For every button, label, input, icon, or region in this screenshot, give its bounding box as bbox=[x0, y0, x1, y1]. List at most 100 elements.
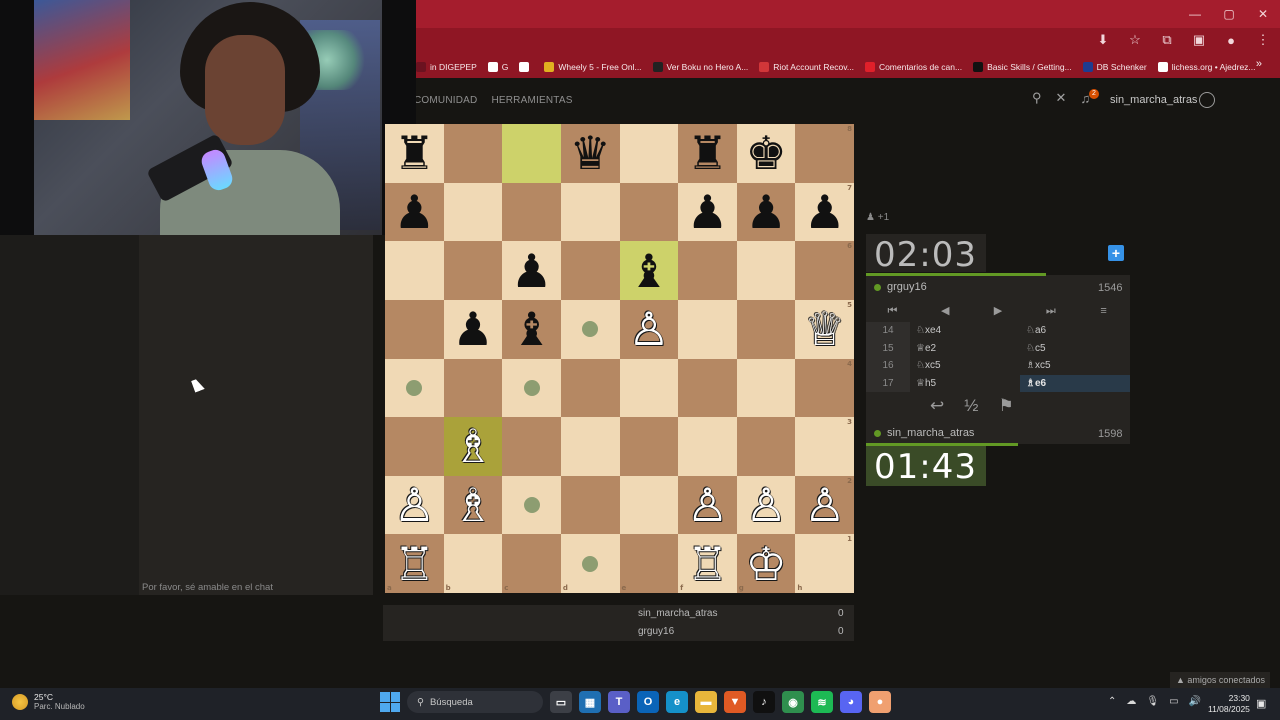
square-g8[interactable]: ♚ bbox=[736, 124, 796, 183]
square-f7[interactable]: ♟ bbox=[678, 182, 737, 242]
square-b1[interactable]: b bbox=[443, 534, 503, 593]
nav-comunidad[interactable]: COMUNIDAD bbox=[414, 95, 477, 106]
square-d1[interactable]: d bbox=[560, 534, 620, 593]
square-a7[interactable]: ♟ bbox=[385, 182, 444, 242]
square-b8[interactable] bbox=[443, 124, 503, 183]
square-b6[interactable] bbox=[443, 241, 503, 300]
piece-h2[interactable]: ♙ bbox=[804, 482, 845, 528]
top-player-name[interactable]: grguy16 bbox=[874, 281, 927, 293]
square-g6[interactable] bbox=[736, 241, 796, 300]
windows-start-icon[interactable] bbox=[380, 692, 400, 712]
bookmark-item[interactable]: DB Schenker bbox=[1082, 62, 1147, 72]
chat-input[interactable]: Por favor, sé amable en el chat bbox=[142, 582, 273, 593]
piece-f8[interactable]: ♜ bbox=[687, 130, 728, 176]
square-e6[interactable]: ♝ bbox=[619, 241, 679, 300]
square-a8[interactable]: ♜ bbox=[385, 124, 444, 183]
square-e2[interactable] bbox=[619, 475, 679, 535]
square-a6[interactable] bbox=[385, 241, 444, 300]
maximize-button[interactable]: ▢ bbox=[1212, 0, 1246, 28]
piece-g2[interactable]: ♙ bbox=[745, 482, 786, 528]
piece-a8[interactable]: ♜ bbox=[394, 130, 435, 176]
spotify-icon[interactable]: ≋ bbox=[811, 691, 833, 713]
square-c4[interactable] bbox=[502, 358, 561, 418]
square-f6[interactable] bbox=[678, 241, 737, 300]
square-d3[interactable] bbox=[560, 417, 620, 476]
search-icon[interactable]: ⚲ bbox=[1032, 90, 1042, 106]
square-c3[interactable] bbox=[502, 417, 561, 476]
bookmark-item[interactable]: in DIGEPEP bbox=[416, 62, 477, 72]
square-h7[interactable]: ♟ 7 bbox=[795, 182, 854, 242]
last-move-button[interactable]: ⏭ bbox=[1024, 301, 1077, 321]
square-g7[interactable]: ♟ bbox=[736, 182, 796, 242]
square-c7[interactable] bbox=[502, 182, 561, 242]
bookmark-item[interactable] bbox=[519, 62, 533, 72]
square-c1[interactable]: c bbox=[502, 534, 561, 593]
piece-d8[interactable]: ♛ bbox=[570, 130, 611, 176]
piece-a1[interactable]: ♖ bbox=[394, 541, 435, 587]
volume-icon[interactable]: 🔊 bbox=[1189, 696, 1201, 707]
app-icon[interactable]: ● bbox=[869, 691, 891, 713]
square-f1[interactable]: ♖ f bbox=[678, 534, 737, 593]
square-a3[interactable] bbox=[385, 417, 444, 476]
square-d4[interactable] bbox=[560, 358, 620, 418]
square-h2[interactable]: ♙ 2 bbox=[795, 475, 854, 535]
black-move[interactable]: ♘a6 bbox=[1020, 322, 1130, 340]
close-window-button[interactable]: ✕ bbox=[1246, 0, 1280, 28]
close-icon[interactable]: ✕ bbox=[1056, 90, 1067, 106]
square-a5[interactable] bbox=[385, 299, 444, 359]
teams-icon[interactable]: T bbox=[608, 691, 630, 713]
taskbar-search[interactable]: ⚲ Búsqueda bbox=[407, 691, 543, 713]
extensions-icon[interactable]: ⧉ bbox=[1158, 32, 1176, 48]
square-g5[interactable] bbox=[736, 299, 796, 359]
install-icon[interactable]: ⬇ bbox=[1094, 32, 1112, 48]
cloud-icon[interactable]: ☁ bbox=[1126, 696, 1136, 707]
black-move[interactable]: ♗e6 bbox=[1020, 374, 1130, 392]
piece-g8[interactable]: ♚ bbox=[745, 130, 786, 176]
bookmark-item[interactable]: G bbox=[487, 62, 508, 72]
draw-offer-button[interactable]: ½ bbox=[964, 396, 978, 416]
square-a2[interactable]: ♙ bbox=[385, 475, 444, 535]
square-f2[interactable]: ♙ bbox=[678, 475, 737, 535]
square-d6[interactable] bbox=[560, 241, 620, 300]
piece-g7[interactable]: ♟ bbox=[745, 189, 786, 235]
square-e8[interactable] bbox=[619, 124, 679, 183]
username-link[interactable]: sin_marcha_atras bbox=[1110, 94, 1197, 106]
resign-button[interactable]: ⚑ bbox=[998, 396, 1013, 416]
black-move[interactable]: ♘c5 bbox=[1020, 340, 1130, 358]
piece-g1[interactable]: ♔ bbox=[745, 541, 786, 587]
piece-h7[interactable]: ♟ bbox=[804, 189, 845, 235]
piece-c5[interactable]: ♝ bbox=[511, 306, 552, 352]
files-icon[interactable]: ▭ bbox=[550, 691, 572, 713]
square-b7[interactable] bbox=[443, 182, 503, 242]
piece-b5[interactable]: ♟ bbox=[452, 306, 493, 352]
square-e4[interactable] bbox=[619, 358, 679, 418]
white-move[interactable]: ♘xc5 bbox=[910, 357, 1020, 375]
piece-h5[interactable]: ♕ bbox=[804, 306, 845, 352]
square-e7[interactable] bbox=[619, 182, 679, 242]
bookmark-item[interactable]: Riot Account Recov... bbox=[759, 62, 854, 72]
bookmarks-overflow-button[interactable]: » bbox=[1256, 58, 1262, 70]
edge-icon[interactable]: e bbox=[666, 691, 688, 713]
square-g3[interactable] bbox=[736, 417, 796, 476]
square-d7[interactable] bbox=[560, 182, 620, 242]
minimize-button[interactable]: — bbox=[1178, 0, 1212, 28]
square-d2[interactable] bbox=[560, 475, 620, 535]
piece-f1[interactable]: ♖ bbox=[687, 541, 728, 587]
bookmark-item[interactable]: Ver Boku no Hero A... bbox=[652, 62, 748, 72]
profile-icon[interactable]: ● bbox=[1222, 33, 1240, 48]
store-icon[interactable]: ▦ bbox=[579, 691, 601, 713]
bookmark-item[interactable]: Comentarios de can... bbox=[864, 62, 962, 72]
bookmark-item[interactable]: lichess.org • Ajedrez... bbox=[1157, 62, 1256, 72]
menu-button[interactable]: ≡ bbox=[1077, 301, 1130, 321]
piece-a2[interactable]: ♙ bbox=[394, 482, 435, 528]
square-e5[interactable]: ♙ bbox=[619, 299, 679, 359]
square-d8[interactable]: ♛ bbox=[560, 124, 620, 183]
crosstable-player[interactable]: sin_marcha_atras bbox=[638, 608, 717, 619]
square-h1[interactable]: 1h bbox=[795, 534, 854, 593]
user-icon[interactable] bbox=[1199, 92, 1215, 108]
weather-widget[interactable]: 25°C Parc. Nublado bbox=[12, 692, 85, 711]
crosstable-player[interactable]: grguy16 bbox=[638, 626, 674, 637]
black-move[interactable]: ♗xc5 bbox=[1020, 357, 1130, 375]
square-b2[interactable]: ♗ bbox=[443, 475, 503, 535]
piece-e5[interactable]: ♙ bbox=[628, 306, 669, 352]
